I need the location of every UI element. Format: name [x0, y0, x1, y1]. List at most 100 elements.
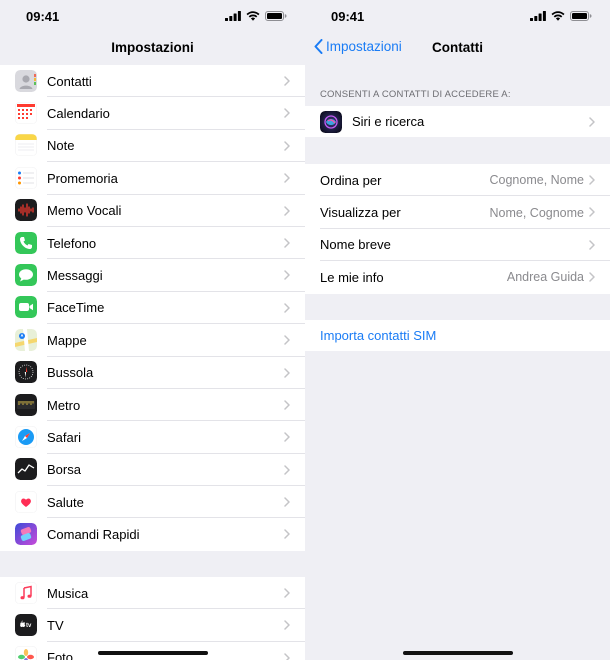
- messages-icon: [15, 264, 37, 287]
- option-value: Andrea Guida: [506, 270, 584, 285]
- settings-row-label: Bussola: [47, 365, 94, 381]
- chevron-right-icon: [284, 400, 290, 410]
- contacts-option-ordina-per[interactable]: Ordina per Cognome, Nome: [305, 164, 610, 197]
- settings-row-tv[interactable]: tv TV: [0, 609, 305, 642]
- siri-and-search-label: Siri e ricerca: [352, 114, 425, 129]
- health-icon: [15, 490, 37, 513]
- chevron-right-icon: [284, 76, 290, 86]
- contacts-options-group: Ordina per Cognome, Nome Visualizza per Nom…: [305, 164, 610, 294]
- chevron-right-icon: [284, 302, 290, 313]
- contacts-option-nome-breve[interactable]: Nome breve: [305, 229, 610, 262]
- chevron-right-icon: [284, 432, 290, 443]
- option-label: Nome breve: [320, 237, 391, 253]
- settings-row-facetime[interactable]: FaceTime: [0, 292, 305, 325]
- option-value: Cognome, Nome: [489, 173, 585, 188]
- photos-icon: [15, 646, 37, 660]
- settings-row-label: Contatti: [47, 73, 92, 89]
- settings-row-memo-vocali[interactable]: Memo Vocali: [0, 195, 305, 227]
- chevron-right-icon: [589, 240, 595, 250]
- calendar-icon: [15, 102, 37, 125]
- settings-row-musica[interactable]: Musica: [0, 577, 305, 610]
- contacts-option-visualizza-per[interactable]: Visualizza per Nome, Cognome: [305, 196, 610, 229]
- reminders-icon: [15, 166, 37, 189]
- stocks-icon: [15, 458, 37, 481]
- settings-row-contatti[interactable]: Contatti: [0, 65, 305, 98]
- settings-row-label: Calendario: [47, 106, 110, 122]
- option-label: Le mie info: [320, 269, 384, 285]
- settings-row-note[interactable]: Note: [0, 130, 305, 163]
- import-sim-contacts-row[interactable]: Importa contatti SIM: [305, 320, 610, 351]
- wifi-icon: [246, 11, 260, 21]
- home-indicator[interactable]: [98, 651, 208, 655]
- nav-bar: Impostazioni: [0, 32, 305, 65]
- status-bar: 09:41: [0, 0, 305, 32]
- chevron-right-icon: [284, 464, 290, 475]
- status-time: 09:41: [26, 9, 60, 24]
- facetime-icon: [15, 296, 37, 319]
- settings-row-label: Salute: [47, 494, 84, 510]
- settings-row-label: TV: [47, 618, 64, 634]
- chevron-right-icon: [284, 335, 290, 345]
- home-indicator[interactable]: [403, 651, 513, 655]
- chevron-right-icon: [284, 141, 290, 151]
- settings-row-label: Memo Vocali: [47, 203, 122, 219]
- chevron-right-icon: [284, 588, 290, 598]
- cellular-signal-icon: [530, 11, 546, 21]
- page-title: Impostazioni: [111, 40, 194, 55]
- settings-row-label: Messaggi: [47, 268, 103, 284]
- contacts-option-le-mie-info[interactable]: Le mie info Andrea Guida: [305, 261, 610, 293]
- chevron-right-icon: [284, 497, 290, 507]
- safari-icon: [15, 425, 37, 448]
- settings-row-safari[interactable]: Safari: [0, 421, 305, 454]
- import-sim-contacts-label: Importa contatti SIM: [320, 328, 437, 343]
- siri-icon: [320, 110, 342, 133]
- settings-row-label: Musica: [47, 585, 89, 601]
- settings-row-promemoria[interactable]: Promemoria: [0, 162, 305, 195]
- settings-row-borsa[interactable]: Borsa: [0, 454, 305, 487]
- settings-row-label: FaceTime: [47, 300, 105, 316]
- chevron-right-icon: [284, 270, 290, 281]
- chevron-right-icon: [284, 238, 290, 248]
- section-header: CONSENTI A CONTATTI DI ACCEDERE A:: [320, 89, 511, 100]
- chevron-right-icon: [284, 529, 290, 540]
- settings-row-label: Mappe: [47, 332, 87, 348]
- maps-icon: [15, 328, 37, 351]
- siri-group: Siri e ricerca: [305, 106, 610, 137]
- status-icons: [225, 11, 287, 21]
- compass-icon: [15, 361, 37, 384]
- option-label: Ordina per: [320, 172, 382, 188]
- shortcuts-icon: [15, 523, 37, 546]
- page-title: Contatti: [432, 40, 483, 55]
- settings-row-metro[interactable]: Metro: [0, 389, 305, 422]
- cellular-signal-icon: [225, 11, 241, 21]
- settings-group-apps: Contatti Calendario Note Promemoria Memo Voc…: [0, 65, 305, 551]
- chevron-right-icon: [284, 108, 290, 119]
- settings-row-bussola[interactable]: Bussola: [0, 357, 305, 389]
- settings-row-telefono[interactable]: Telefono: [0, 227, 305, 260]
- settings-row-label: Note: [47, 138, 75, 154]
- chevron-right-icon: [284, 653, 290, 660]
- nav-bar: Impostazioni Contatti: [305, 32, 610, 65]
- settings-row-label: Comandi Rapidi: [47, 527, 140, 543]
- settings-row-salute[interactable]: Salute: [0, 486, 305, 519]
- measure-icon: [15, 393, 37, 416]
- status-icons: [530, 11, 592, 21]
- voice-memos-icon: [15, 199, 37, 222]
- chevron-right-icon: [284, 367, 290, 378]
- status-time: 09:41: [331, 9, 365, 24]
- settings-row-label: Promemoria: [47, 170, 118, 186]
- settings-row-messaggi[interactable]: Messaggi: [0, 259, 305, 292]
- settings-row-mappe[interactable]: Mappe: [0, 324, 305, 357]
- settings-row-calendario[interactable]: Calendario: [0, 97, 305, 130]
- siri-and-search-row[interactable]: Siri e ricerca: [305, 106, 610, 137]
- battery-icon: [570, 11, 592, 21]
- settings-row-label: Safari: [47, 429, 81, 445]
- svg-text:tv: tv: [26, 623, 32, 629]
- settings-group-media: Musica tv TV Foto: [0, 577, 305, 660]
- chevron-right-icon: [284, 205, 290, 216]
- settings-row-comandi-rapidi[interactable]: Comandi Rapidi: [0, 518, 305, 550]
- settings-row-label: Metro: [47, 397, 81, 413]
- chevron-right-icon: [589, 272, 595, 282]
- option-label: Visualizza per: [320, 205, 401, 221]
- chevron-right-icon: [284, 620, 290, 631]
